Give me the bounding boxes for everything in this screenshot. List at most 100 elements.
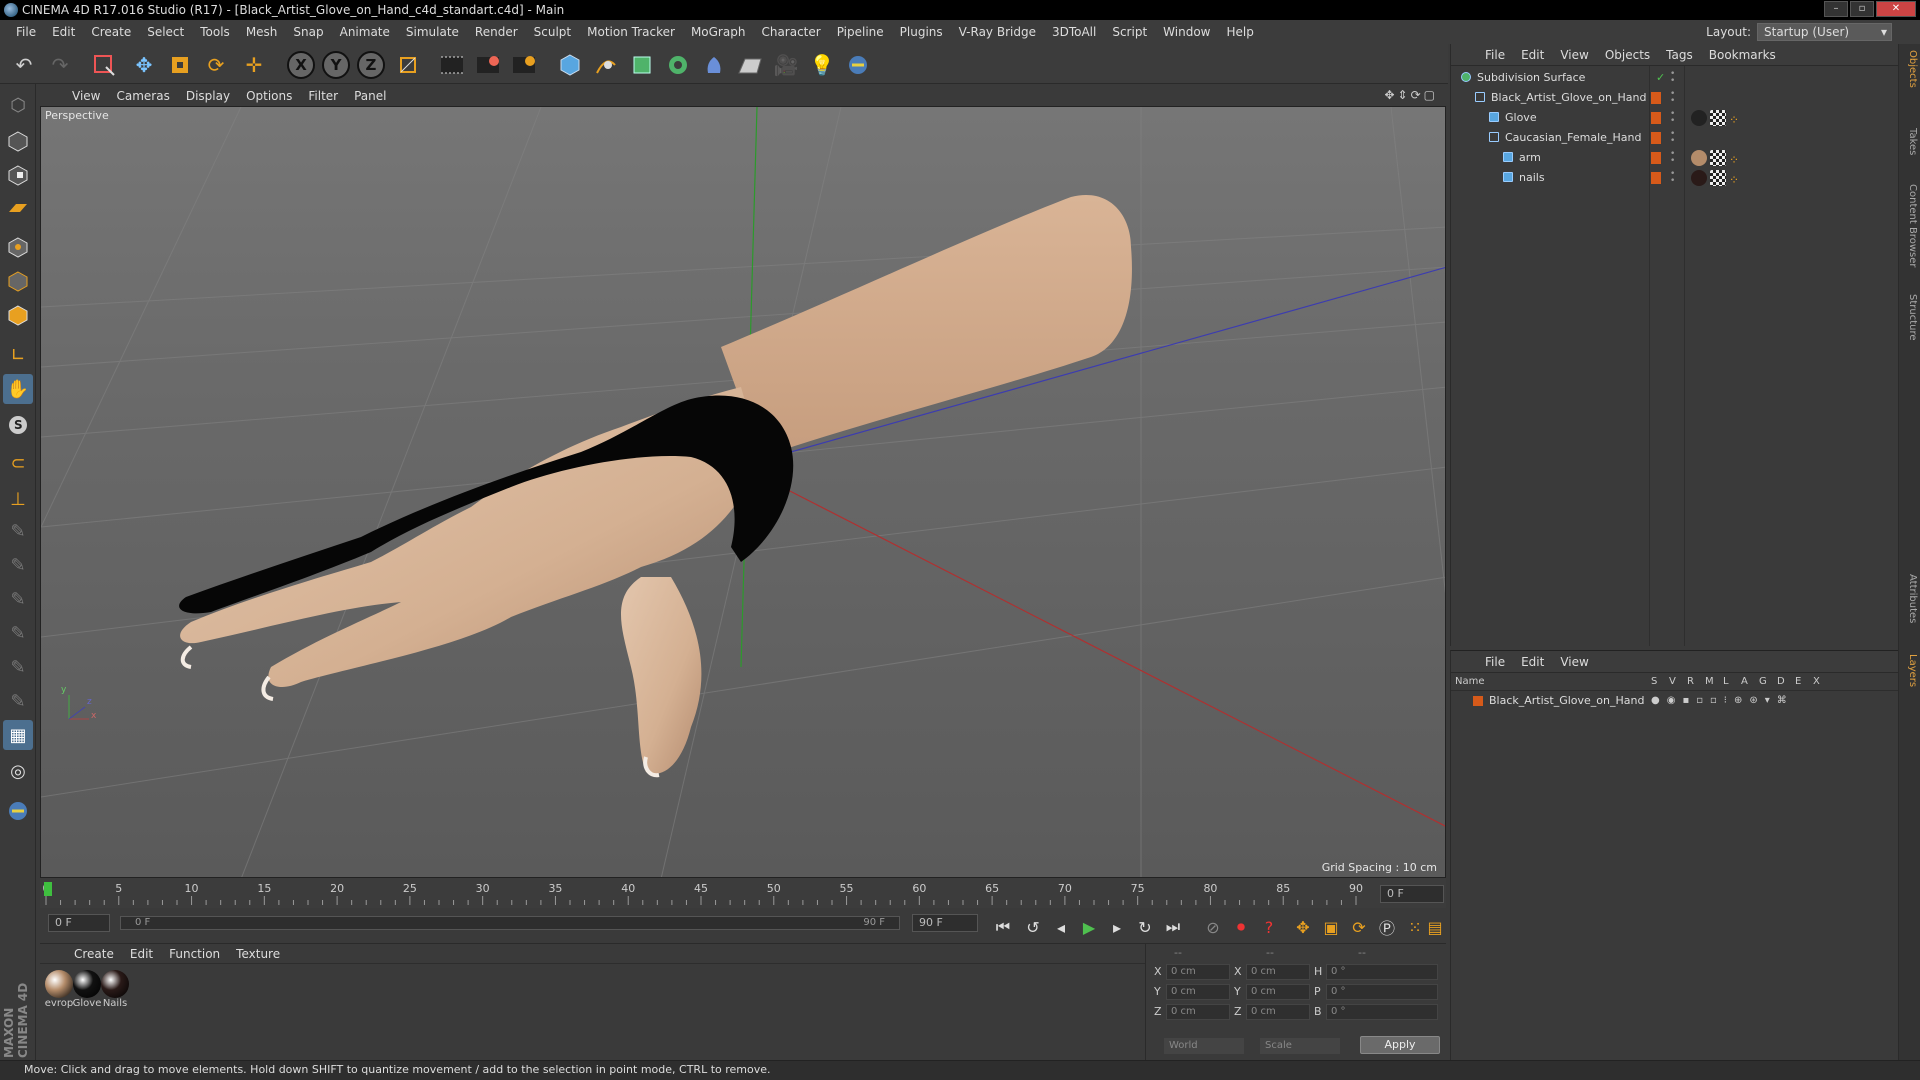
layer-column-x[interactable]: X <box>1813 676 1820 687</box>
coord-rot-field[interactable]: 0 ° <box>1326 964 1438 980</box>
points-mode-icon[interactable] <box>3 232 33 262</box>
edges-mode-icon[interactable] <box>3 266 33 296</box>
y-axis-lock-button[interactable]: Y <box>322 51 350 79</box>
texture-tag-icon[interactable] <box>1710 110 1726 126</box>
layer-column-l[interactable]: L <box>1723 676 1729 687</box>
material-tag-icon[interactable] <box>1691 150 1707 166</box>
next-frame-icon[interactable]: ▸ <box>1104 915 1130 939</box>
tab-content-browser[interactable]: Content Browser <box>1902 184 1918 267</box>
tab-takes[interactable]: Takes <box>1902 128 1918 155</box>
material-swatch[interactable]: evrop <box>44 970 74 1009</box>
object-row[interactable]: Caucasian_Female_Hand • • <box>1451 128 1898 148</box>
material-tag-icon[interactable] <box>1691 170 1707 186</box>
menu-item-window[interactable]: Window <box>1155 25 1218 39</box>
menu-item-snap[interactable]: Snap <box>285 25 331 39</box>
record-keys-icon[interactable]: ⊘ <box>1200 915 1226 939</box>
material-menu-edit[interactable]: Edit <box>122 947 161 961</box>
subdivision-surface-icon[interactable] <box>626 50 658 80</box>
object-menu-bookmarks[interactable]: Bookmarks <box>1701 48 1784 62</box>
menu-item-create[interactable]: Create <box>83 25 139 39</box>
object-menu-tags[interactable]: Tags <box>1658 48 1701 62</box>
magnet-tool-icon[interactable]: ✎ <box>3 652 33 682</box>
workplane-mode-icon[interactable] <box>3 194 33 224</box>
go-to-start-icon[interactable]: ⏮ <box>990 915 1016 939</box>
layout-dropdown[interactable]: Startup (User) <box>1757 23 1892 41</box>
tab-layers[interactable]: Layers <box>1902 654 1918 687</box>
layer-menu-view[interactable]: View <box>1552 655 1596 669</box>
coord-pos-field[interactable]: 0 cm <box>1166 1004 1230 1020</box>
layer-color-swatch[interactable] <box>1651 132 1661 144</box>
coord-rot-field[interactable]: 0 ° <box>1326 984 1438 1000</box>
layer-color-swatch[interactable] <box>1651 92 1661 104</box>
paint-tool-icon[interactable]: ✎ <box>3 550 33 580</box>
record-rotation-icon[interactable]: ⟳ <box>1346 915 1372 939</box>
timeline-icon[interactable]: ▤ <box>1422 915 1448 939</box>
ik-icon[interactable]: ◎ <box>3 756 33 786</box>
material-swatch[interactable]: Nails <box>100 970 130 1009</box>
tweak-mode-icon[interactable]: ✋ <box>3 374 33 404</box>
minimize-button[interactable]: – <box>1824 1 1848 17</box>
phong-tag-icon[interactable]: ⁘ <box>1729 170 1745 187</box>
visibility-dots[interactable]: • • <box>1670 150 1675 166</box>
render-picture-viewer-icon[interactable] <box>472 50 504 80</box>
layer-column-m[interactable]: M <box>1705 676 1714 687</box>
timeline-ruler[interactable]: 051015202530354045505560657075808590 0 F <box>40 878 1446 908</box>
layer-column-s[interactable]: S <box>1651 676 1657 687</box>
menu-item-character[interactable]: Character <box>753 25 828 39</box>
object-row[interactable]: nails • • ⁘ <box>1451 168 1898 188</box>
menu-item-file[interactable]: File <box>8 25 44 39</box>
menu-item-plugins[interactable]: Plugins <box>892 25 951 39</box>
menu-item-edit[interactable]: Edit <box>44 25 83 39</box>
maximize-button[interactable]: ▫ <box>1850 1 1874 17</box>
start-frame-field[interactable]: 0 F <box>48 914 110 932</box>
menu-item-motion-tracker[interactable]: Motion Tracker <box>579 25 683 39</box>
layer-menu-edit[interactable]: Edit <box>1513 655 1552 669</box>
layer-color-swatch[interactable] <box>1651 112 1661 124</box>
material-swatch[interactable]: Glove <box>72 970 102 1009</box>
record-position-icon[interactable]: ✥ <box>1290 915 1316 939</box>
cube-object-icon[interactable] <box>554 50 586 80</box>
layer-row[interactable]: Black_Artist_Glove_on_Hand ●◉▪▫▫⁝⊕⊛▾⌘ <box>1451 691 1898 711</box>
layer-column-d[interactable]: D <box>1777 676 1785 687</box>
redo-icon[interactable]: ↷ <box>44 50 76 80</box>
apply-button[interactable]: Apply <box>1360 1036 1440 1054</box>
spline-pen-icon[interactable] <box>590 50 622 80</box>
record-scale-icon[interactable]: ▣ <box>1318 915 1344 939</box>
layer-menu-file[interactable]: File <box>1477 655 1513 669</box>
coord-size-field[interactable]: 0 cm <box>1246 1004 1310 1020</box>
material-menu-function[interactable]: Function <box>161 947 228 961</box>
solo-mode-icon[interactable]: S <box>3 410 33 440</box>
visibility-dots[interactable]: • • <box>1670 110 1675 126</box>
layer-column-v[interactable]: V <box>1669 676 1676 687</box>
knife-tool-icon[interactable]: ✎ <box>3 686 33 716</box>
layer-column-r[interactable]: R <box>1687 676 1694 687</box>
make-editable-icon[interactable]: ⬡ <box>3 90 33 120</box>
tab-attributes[interactable]: Attributes <box>1902 574 1918 623</box>
visibility-dots[interactable]: • • <box>1670 170 1675 186</box>
python-icon[interactable] <box>842 50 874 80</box>
preview-range-slider[interactable]: 0 F 90 F <box>120 916 900 930</box>
tab-structure[interactable]: Structure <box>1902 294 1918 341</box>
next-key-icon[interactable]: ↻ <box>1132 915 1158 939</box>
transform-tool-icon[interactable]: ✛ <box>238 50 270 80</box>
material-menu-texture[interactable]: Texture <box>228 947 288 961</box>
go-to-end-icon[interactable]: ⏭ <box>1160 915 1186 939</box>
coord-pos-field[interactable]: 0 cm <box>1166 964 1230 980</box>
layer-color-swatch[interactable] <box>1473 696 1483 706</box>
live-selection-icon[interactable] <box>88 50 120 80</box>
brush-tool-icon[interactable]: ✎ <box>3 584 33 614</box>
object-menu-objects[interactable]: Objects <box>1597 48 1658 62</box>
menu-item-script[interactable]: Script <box>1104 25 1155 39</box>
coord-size-field[interactable]: 0 cm <box>1246 964 1310 980</box>
scale-tool-icon[interactable] <box>164 50 196 80</box>
menu-item-animate[interactable]: Animate <box>332 25 398 39</box>
workplane-icon[interactable]: ⊥ <box>3 484 33 514</box>
viewport-nav-icons[interactable]: ✥⇕⟳▢ <box>1384 88 1438 102</box>
menu-item-tools[interactable]: Tools <box>192 25 238 39</box>
keyframe-selection-icon[interactable]: ? <box>1256 915 1282 939</box>
camera-icon[interactable]: 🎥 <box>770 50 802 80</box>
autokey-icon[interactable]: ⏺ <box>1228 915 1254 939</box>
coord-pos-field[interactable]: 0 cm <box>1166 984 1230 1000</box>
layer-flag-icons[interactable]: ●◉▪▫▫⁝⊕⊛▾⌘ <box>1651 691 1794 711</box>
viewport-menu-cameras[interactable]: Cameras <box>108 89 177 103</box>
